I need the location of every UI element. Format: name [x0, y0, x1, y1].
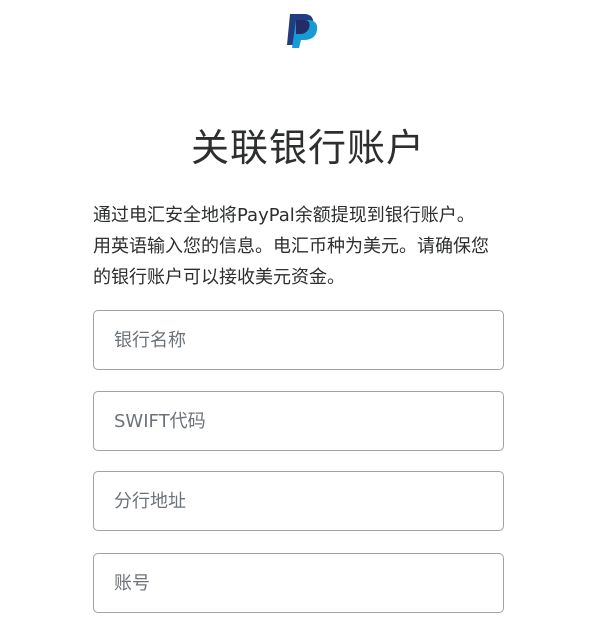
description-line: 的银行账户可以接收美元资金。	[93, 267, 345, 288]
link-bank-account-page: 关联银行账户 通过电汇安全地将PayPal余额提现到银行账户。 用英语输入您的信…	[0, 0, 616, 635]
page-title: 关联银行账户	[190, 126, 425, 170]
swift-code-input[interactable]	[93, 391, 504, 451]
description-line: 通过电汇安全地将PayPal余额提现到银行账户。	[93, 205, 475, 226]
paypal-logo-icon	[287, 14, 318, 48]
description-line: 用英语输入您的信息。电汇币种为美元。请确保您	[93, 236, 489, 257]
branch-address-input[interactable]	[93, 471, 504, 531]
description: 通过电汇安全地将PayPal余额提现到银行账户。 用英语输入您的信息。电汇币种为…	[93, 200, 513, 293]
account-number-input[interactable]	[93, 553, 504, 613]
bank-name-input[interactable]	[93, 310, 504, 370]
